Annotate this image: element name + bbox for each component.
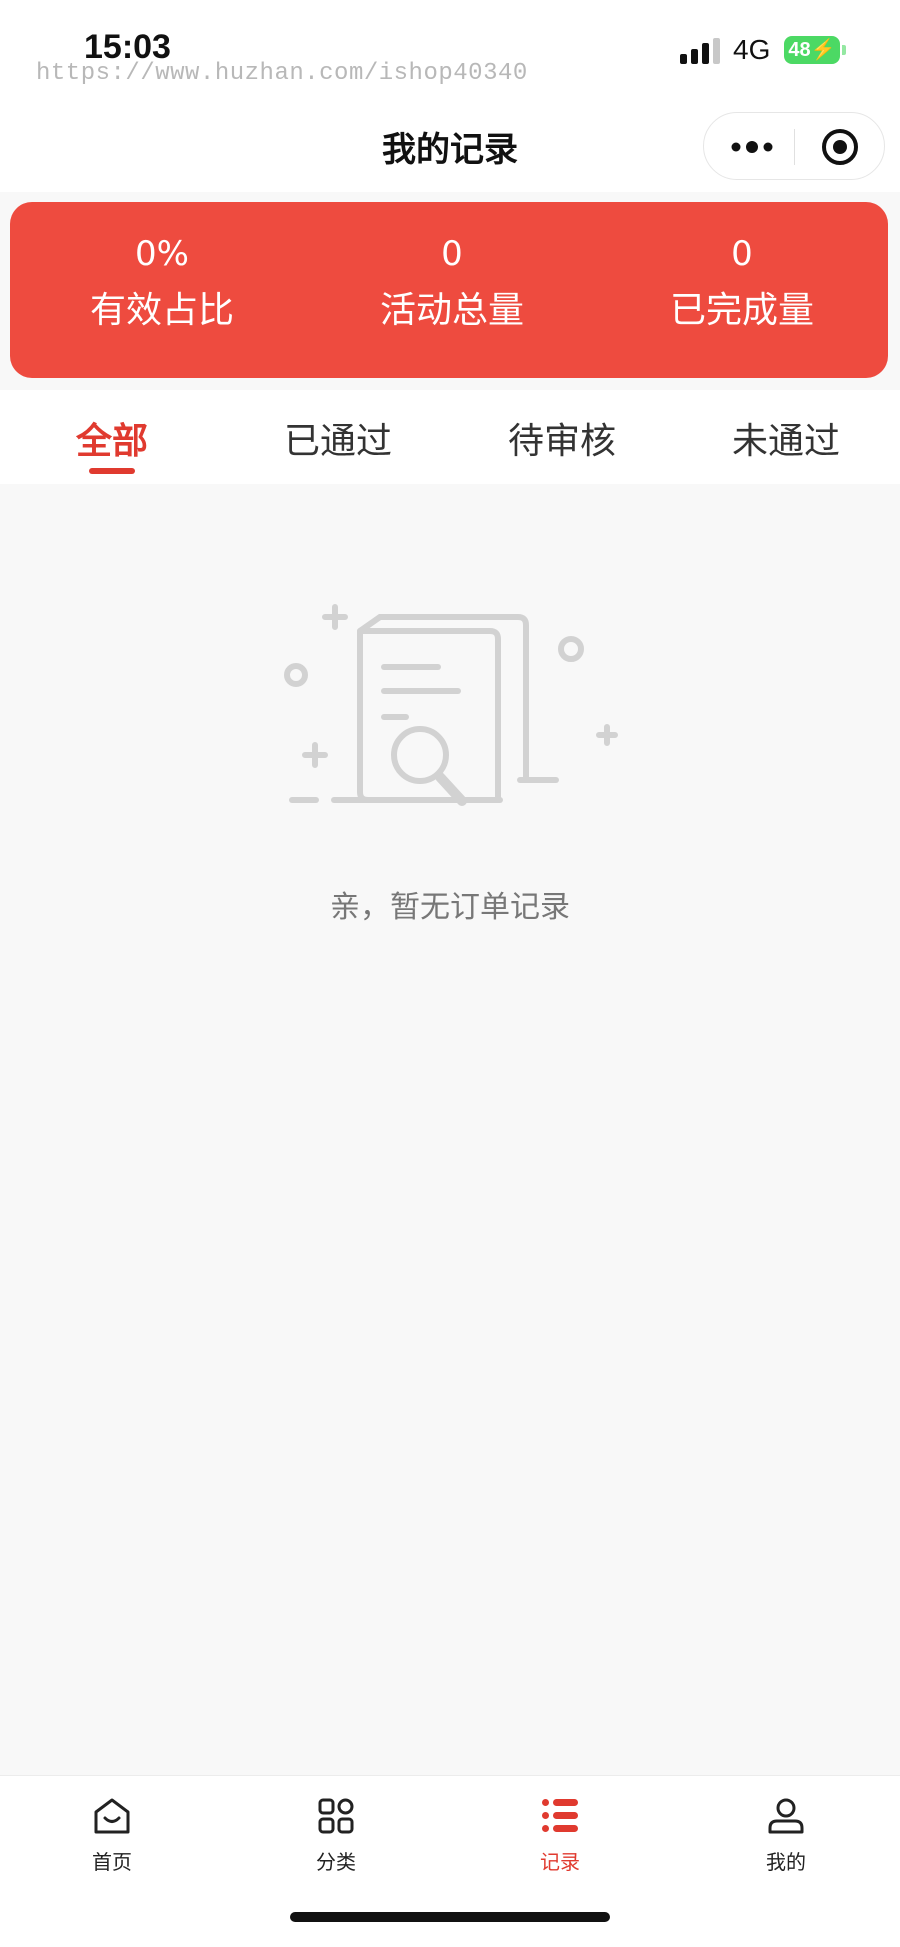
records-page: 15:03 https://www.huzhan.com/ishop40340 … (0, 0, 900, 1947)
battery-level: 48 (788, 39, 811, 61)
stat-total-activities: 0 活动总量 (306, 232, 598, 336)
tab-rejected[interactable]: 未通过 (696, 412, 876, 464)
tab-pending[interactable]: 待审核 (472, 412, 652, 464)
bottom-tab-label: 分类 (316, 1850, 356, 1874)
battery-tip (842, 45, 846, 55)
stats-card: 0% 有效占比 0 活动总量 0 已完成量 (10, 202, 888, 378)
battery-icon: 48⚡ (784, 36, 840, 64)
list-icon (542, 1799, 578, 1832)
bottom-tab-label: 首页 (92, 1850, 132, 1874)
user-icon (768, 1798, 804, 1834)
status-bar: 15:03 https://www.huzhan.com/ishop40340 … (0, 0, 900, 100)
miniprogram-capsule (703, 112, 885, 180)
stat-valid-ratio: 0% 有效占比 (16, 232, 308, 336)
stat-label: 活动总量 (379, 290, 524, 331)
bottom-tab-records[interactable]: 记录 (500, 1794, 620, 1875)
tab-approved[interactable]: 已通过 (248, 412, 428, 464)
grid-icon (318, 1798, 354, 1834)
watermark-text: https://www.huzhan.com/ishop40340 (36, 60, 528, 87)
home-indicator (290, 1912, 610, 1922)
stat-value: 0% (135, 234, 189, 274)
close-target-icon[interactable] (820, 127, 860, 167)
stat-label: 有效占比 (89, 290, 234, 331)
more-icon[interactable] (730, 135, 774, 159)
bottom-tab-label: 我的 (766, 1850, 806, 1874)
stat-completed: 0 已完成量 (596, 232, 888, 336)
empty-document-search-icon (284, 604, 618, 806)
bottom-tab-mine[interactable]: 我的 (726, 1794, 846, 1875)
tab-all[interactable]: 全部 (22, 412, 202, 464)
stat-value: 0 (731, 234, 753, 274)
network-type: 4G (733, 34, 771, 65)
tab-active-indicator (89, 468, 135, 474)
capsule-divider (794, 129, 795, 165)
signal-icon (680, 38, 720, 64)
bottom-tab-label: 记录 (540, 1850, 580, 1874)
stat-label: 已完成量 (669, 290, 814, 331)
home-icon (94, 1798, 130, 1834)
bottom-tab-category[interactable]: 分类 (276, 1794, 396, 1875)
bottom-tab-home[interactable]: 首页 (52, 1794, 172, 1875)
filter-tabs: 全部 已通过 待审核 未通过 (0, 390, 900, 484)
empty-message: 亲，暂无订单记录 (330, 890, 570, 925)
nav-header: 我的记录 (0, 100, 900, 192)
stat-value: 0 (441, 234, 463, 274)
